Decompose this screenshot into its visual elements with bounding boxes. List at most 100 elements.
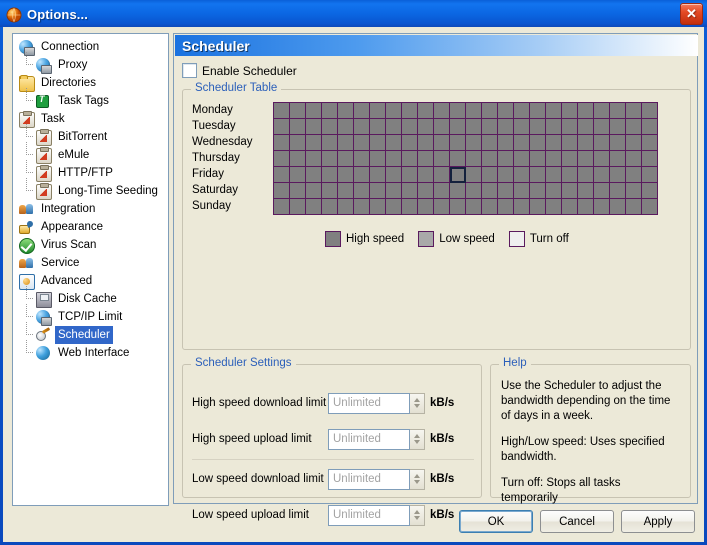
sidebar-item-disk-cache[interactable]: Disk Cache: [13, 286, 168, 308]
scheduler-cell[interactable]: [466, 199, 482, 215]
scheduler-cell[interactable]: [594, 199, 610, 215]
setting-input[interactable]: [328, 428, 410, 450]
scheduler-cell[interactable]: [594, 103, 610, 119]
scheduler-cell[interactable]: [290, 167, 306, 183]
sidebar-item-bittorrent[interactable]: BitTorrent: [13, 124, 168, 146]
scheduler-cell[interactable]: [514, 183, 530, 199]
scheduler-cell[interactable]: [626, 119, 642, 135]
scheduler-cell[interactable]: [274, 135, 290, 151]
scheduler-cell[interactable]: [418, 167, 434, 183]
scheduler-cell[interactable]: [434, 151, 450, 167]
scheduler-cell[interactable]: [562, 167, 578, 183]
scheduler-cell[interactable]: [386, 167, 402, 183]
enable-scheduler-checkbox[interactable]: [182, 63, 197, 78]
ok-button[interactable]: OK: [459, 510, 533, 533]
scheduler-cell[interactable]: [354, 103, 370, 119]
scheduler-cell[interactable]: [306, 135, 322, 151]
scheduler-cell[interactable]: [498, 151, 514, 167]
scheduler-cell[interactable]: [434, 167, 450, 183]
scheduler-cell[interactable]: [546, 103, 562, 119]
scheduler-cell[interactable]: [290, 135, 306, 151]
scheduler-cell[interactable]: [386, 103, 402, 119]
scheduler-cell[interactable]: [594, 135, 610, 151]
scheduler-cell[interactable]: [338, 119, 354, 135]
scheduler-cell[interactable]: [290, 151, 306, 167]
scheduler-cell[interactable]: [482, 199, 498, 215]
spinner-down-icon[interactable]: [414, 404, 420, 408]
scheduler-grid[interactable]: [273, 102, 658, 215]
scheduler-cell[interactable]: [546, 119, 562, 135]
scheduler-cell[interactable]: [466, 167, 482, 183]
spinner-buttons[interactable]: [410, 468, 425, 490]
scheduler-cell[interactable]: [306, 151, 322, 167]
sidebar-item-long-time-seeding[interactable]: Long-Time Seeding: [13, 178, 168, 200]
scheduler-cell[interactable]: [450, 103, 466, 119]
scheduler-cell[interactable]: [274, 167, 290, 183]
scheduler-cell[interactable]: [290, 119, 306, 135]
scheduler-cell[interactable]: [274, 119, 290, 135]
scheduler-cell[interactable]: [514, 151, 530, 167]
scheduler-cell[interactable]: [370, 135, 386, 151]
scheduler-cell[interactable]: [418, 183, 434, 199]
scheduler-cell[interactable]: [354, 167, 370, 183]
scheduler-cell[interactable]: [450, 135, 466, 151]
scheduler-cell[interactable]: [578, 167, 594, 183]
scheduler-cell[interactable]: [626, 135, 642, 151]
scheduler-cell[interactable]: [626, 183, 642, 199]
scheduler-cell[interactable]: [610, 135, 626, 151]
spinner-buttons[interactable]: [410, 428, 425, 450]
scheduler-cell[interactable]: [610, 119, 626, 135]
scheduler-cell[interactable]: [514, 119, 530, 135]
scheduler-cell[interactable]: [450, 183, 466, 199]
scheduler-cell[interactable]: [418, 103, 434, 119]
scheduler-cell[interactable]: [642, 119, 658, 135]
scheduler-cell[interactable]: [482, 103, 498, 119]
scheduler-cell[interactable]: [642, 167, 658, 183]
scheduler-cell[interactable]: [578, 135, 594, 151]
scheduler-cell[interactable]: [434, 183, 450, 199]
sidebar-item-http-ftp[interactable]: HTTP/FTP: [13, 160, 168, 182]
scheduler-cell[interactable]: [562, 151, 578, 167]
scheduler-cell[interactable]: [274, 103, 290, 119]
scheduler-cell[interactable]: [530, 183, 546, 199]
scheduler-cell[interactable]: [610, 103, 626, 119]
close-icon[interactable]: ✕: [680, 3, 703, 25]
sidebar-item-integration[interactable]: Integration: [13, 200, 168, 218]
scheduler-cell[interactable]: [482, 135, 498, 151]
scheduler-cell[interactable]: [546, 199, 562, 215]
scheduler-cell[interactable]: [498, 167, 514, 183]
scheduler-cell[interactable]: [610, 167, 626, 183]
spinner-up-icon[interactable]: [414, 474, 420, 478]
scheduler-cell[interactable]: [514, 135, 530, 151]
scheduler-cell[interactable]: [434, 119, 450, 135]
scheduler-cell[interactable]: [562, 103, 578, 119]
scheduler-cell[interactable]: [274, 183, 290, 199]
scheduler-cell[interactable]: [626, 151, 642, 167]
scheduler-cell[interactable]: [610, 183, 626, 199]
scheduler-cell[interactable]: [370, 151, 386, 167]
scheduler-cell[interactable]: [466, 135, 482, 151]
scheduler-cell[interactable]: [418, 119, 434, 135]
spinner-down-icon[interactable]: [414, 440, 420, 444]
scheduler-cell[interactable]: [290, 199, 306, 215]
scheduler-cell[interactable]: [578, 103, 594, 119]
scheduler-cell[interactable]: [386, 183, 402, 199]
scheduler-cell[interactable]: [530, 103, 546, 119]
scheduler-cell[interactable]: [498, 135, 514, 151]
scheduler-cell[interactable]: [338, 199, 354, 215]
scheduler-cell[interactable]: [290, 103, 306, 119]
scheduler-cell[interactable]: [338, 167, 354, 183]
scheduler-cell[interactable]: [434, 135, 450, 151]
scheduler-cell[interactable]: [274, 199, 290, 215]
scheduler-cell[interactable]: [466, 103, 482, 119]
sidebar-item-appearance[interactable]: Appearance: [13, 218, 168, 236]
scheduler-cell[interactable]: [514, 167, 530, 183]
scheduler-cell[interactable]: [322, 199, 338, 215]
scheduler-cell[interactable]: [322, 135, 338, 151]
scheduler-cell[interactable]: [466, 151, 482, 167]
scheduler-cell[interactable]: [642, 103, 658, 119]
scheduler-cell[interactable]: [466, 119, 482, 135]
scheduler-cell[interactable]: [322, 183, 338, 199]
scheduler-cell[interactable]: [274, 151, 290, 167]
scheduler-cell[interactable]: [354, 119, 370, 135]
